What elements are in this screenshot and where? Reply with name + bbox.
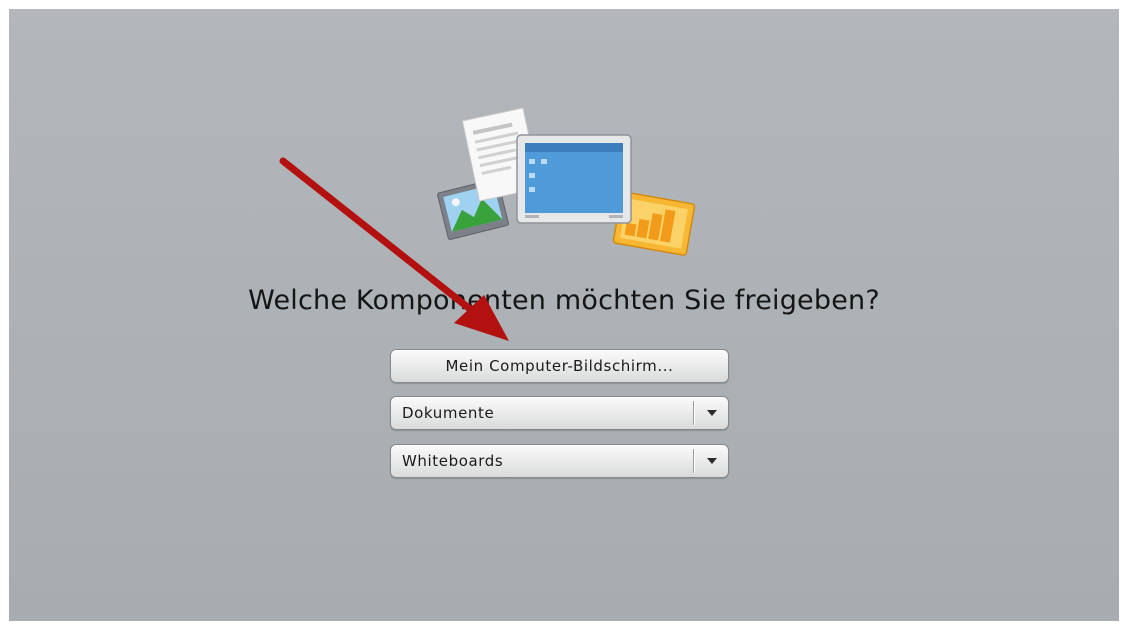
chevron-down-icon[interactable] (697, 445, 727, 477)
chevron-down-icon[interactable] (697, 397, 727, 429)
share-content-illustration-icon (437, 107, 696, 256)
dropdown-divider (693, 401, 694, 425)
share-question-heading: Welche Komponenten möchten Sie freigeben… (248, 285, 880, 316)
share-panel: Welche Komponenten möchten Sie freigeben… (9, 9, 1119, 621)
documents-dropdown-label: Dokumente (402, 404, 495, 422)
share-my-screen-button[interactable]: Mein Computer-Bildschirm... (390, 349, 729, 383)
dropdown-divider (693, 449, 694, 473)
share-documents-dropdown[interactable]: Dokumente (390, 396, 729, 430)
share-whiteboards-dropdown[interactable]: Whiteboards (390, 444, 729, 478)
whiteboards-dropdown-label: Whiteboards (402, 452, 504, 470)
